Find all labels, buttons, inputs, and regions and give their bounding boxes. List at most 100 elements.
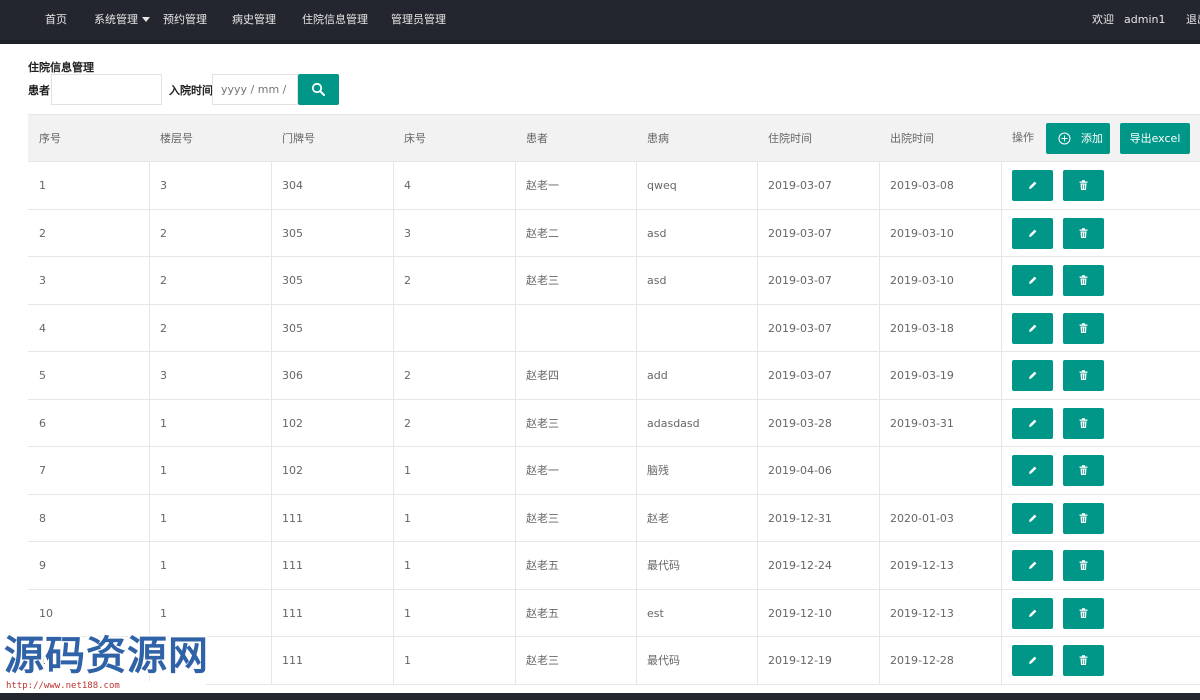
- inpatient-table: 序号 楼层号 门牌号 床号 患者 患病 住院时间 出院时间 操作 添加 导出ex…: [28, 114, 1200, 685]
- welcome-text: 欢迎: [1092, 13, 1114, 26]
- table-row: 10 1 111 1 赵老五 est 2019-12-10 2019-12-13: [28, 589, 1200, 637]
- chevron-down-icon: [142, 17, 150, 22]
- cell-room: 306: [282, 369, 303, 382]
- delete-button[interactable]: [1063, 312, 1104, 344]
- cell-discharge-date: [879, 447, 890, 494]
- cell-room: 305: [282, 274, 303, 287]
- column-divider: [1001, 209, 1002, 256]
- cell-admission-date: 2019-03-07: [768, 321, 832, 335]
- cell-floor: 3: [160, 369, 167, 382]
- delete-button[interactable]: [1063, 502, 1104, 534]
- add-button[interactable]: 添加: [1046, 123, 1110, 154]
- column-header-actions: 操作: [1012, 131, 1034, 144]
- cell-index: 7: [39, 464, 46, 477]
- watermark-url: http://www.net188.com: [6, 681, 206, 692]
- edit-button[interactable]: [1012, 217, 1053, 249]
- cell-floor: 1: [160, 416, 167, 430]
- pencil-icon: [1029, 276, 1037, 284]
- cell-room: 111: [282, 654, 303, 667]
- column-header-illness: 患病: [647, 132, 669, 145]
- column-header-admission-date: 住院时间: [768, 132, 812, 145]
- cell-illness: 脑残: [647, 464, 669, 477]
- cell-bed: 2: [404, 274, 411, 287]
- delete-button[interactable]: [1063, 455, 1104, 486]
- nav-inpatient-management[interactable]: 住院信息管理: [302, 0, 368, 40]
- current-user[interactable]: admin1: [1124, 0, 1165, 40]
- cell-discharge-date: 2019-03-19: [890, 369, 954, 382]
- cell-patient: 赵老三: [526, 274, 559, 287]
- cell-illness: 最代码: [647, 559, 680, 572]
- column-divider: [1001, 399, 1002, 446]
- edit-button[interactable]: [1012, 645, 1053, 676]
- nav-appointment-management[interactable]: 预约管理: [163, 0, 207, 40]
- cell-bed: 1: [404, 559, 411, 572]
- export-excel-button[interactable]: 导出excel: [1120, 123, 1190, 154]
- cell-room: 111: [282, 559, 303, 572]
- cell-patient: 赵老一: [526, 464, 559, 477]
- bottom-bar: [0, 693, 1200, 700]
- patient-search-input[interactable]: [51, 74, 162, 105]
- pencil-icon: [1029, 514, 1037, 522]
- search-button[interactable]: [298, 74, 339, 105]
- column-divider: [1001, 304, 1002, 351]
- cell-patient: 赵老三: [526, 511, 559, 525]
- cell-admission-date: 2019-03-28: [768, 416, 832, 430]
- edit-button[interactable]: [1012, 265, 1053, 296]
- cell-bed: 1: [404, 654, 411, 667]
- edit-button[interactable]: [1012, 455, 1053, 486]
- cell-patient: 赵老三: [526, 416, 559, 430]
- cell-admission-date: 2019-12-24: [768, 559, 832, 572]
- cell-bed: 2: [404, 416, 411, 430]
- trash-icon: [1079, 227, 1088, 238]
- delete-button[interactable]: [1063, 170, 1104, 201]
- nav-home[interactable]: 首页: [45, 0, 67, 40]
- delete-button[interactable]: [1063, 265, 1104, 296]
- trash-icon: [1079, 512, 1088, 523]
- admission-date-input[interactable]: [212, 74, 298, 105]
- nav-admin-management[interactable]: 管理员管理: [391, 0, 446, 40]
- cell-room: 102: [282, 416, 303, 430]
- nav-medical-history-management[interactable]: 病史管理: [232, 0, 276, 40]
- cell-discharge-date: 2020-01-03: [890, 511, 954, 525]
- table-row: 6 1 102 2 赵老三 adasdasd 2019-03-28 2019-03-31: [28, 399, 1200, 447]
- trash-icon: [1079, 180, 1088, 190]
- table-row: 5 3 306 2 赵老四 add 2019-03-07 2019-03-19: [28, 352, 1200, 400]
- delete-button[interactable]: [1063, 217, 1104, 249]
- delete-button[interactable]: [1063, 360, 1104, 391]
- delete-button[interactable]: [1063, 550, 1104, 581]
- edit-button[interactable]: [1012, 550, 1053, 581]
- cell-room: 111: [282, 511, 303, 525]
- edit-button[interactable]: [1012, 502, 1053, 534]
- edit-button[interactable]: [1012, 312, 1053, 344]
- delete-button[interactable]: [1063, 407, 1104, 439]
- edit-button[interactable]: [1012, 597, 1053, 629]
- delete-button[interactable]: [1063, 645, 1104, 676]
- cell-illness: asd: [647, 274, 667, 287]
- nav-system-management[interactable]: 系统管理: [94, 0, 150, 40]
- cell-admission-date: 2019-04-06: [768, 464, 832, 477]
- trash-icon: [1079, 370, 1088, 380]
- nav-divider: [0, 40, 1200, 44]
- cell-discharge-date: 2019-03-18: [890, 321, 954, 335]
- trash-icon: [1079, 655, 1088, 665]
- delete-button[interactable]: [1063, 597, 1104, 629]
- watermark-text: 源码资源网: [4, 633, 209, 679]
- cell-index: 2: [39, 226, 46, 240]
- cell-bed: 4: [404, 179, 411, 192]
- add-button-label: 添加: [1081, 132, 1103, 145]
- cell-patient: 赵老四: [526, 369, 559, 382]
- cell-room: 111: [282, 606, 303, 620]
- cell-room: 102: [282, 464, 303, 477]
- cell-discharge-date: 2019-03-31: [890, 416, 954, 430]
- cell-index: 8: [39, 511, 46, 525]
- edit-button[interactable]: [1012, 360, 1053, 391]
- edit-button[interactable]: [1012, 170, 1053, 201]
- edit-button[interactable]: [1012, 407, 1053, 439]
- cell-admission-date: 2019-12-10: [768, 606, 832, 620]
- top-nav-bar: 首页 系统管理 预约管理 病史管理 住院信息管理 管理员管理 欢迎 admin1…: [0, 0, 1200, 44]
- cell-index: 6: [39, 416, 46, 430]
- cell-floor: 1: [160, 606, 167, 620]
- cell-patient: 赵老五: [526, 606, 559, 620]
- cell-illness: est: [647, 606, 664, 620]
- logout-link[interactable]: 退出: [1186, 0, 1200, 40]
